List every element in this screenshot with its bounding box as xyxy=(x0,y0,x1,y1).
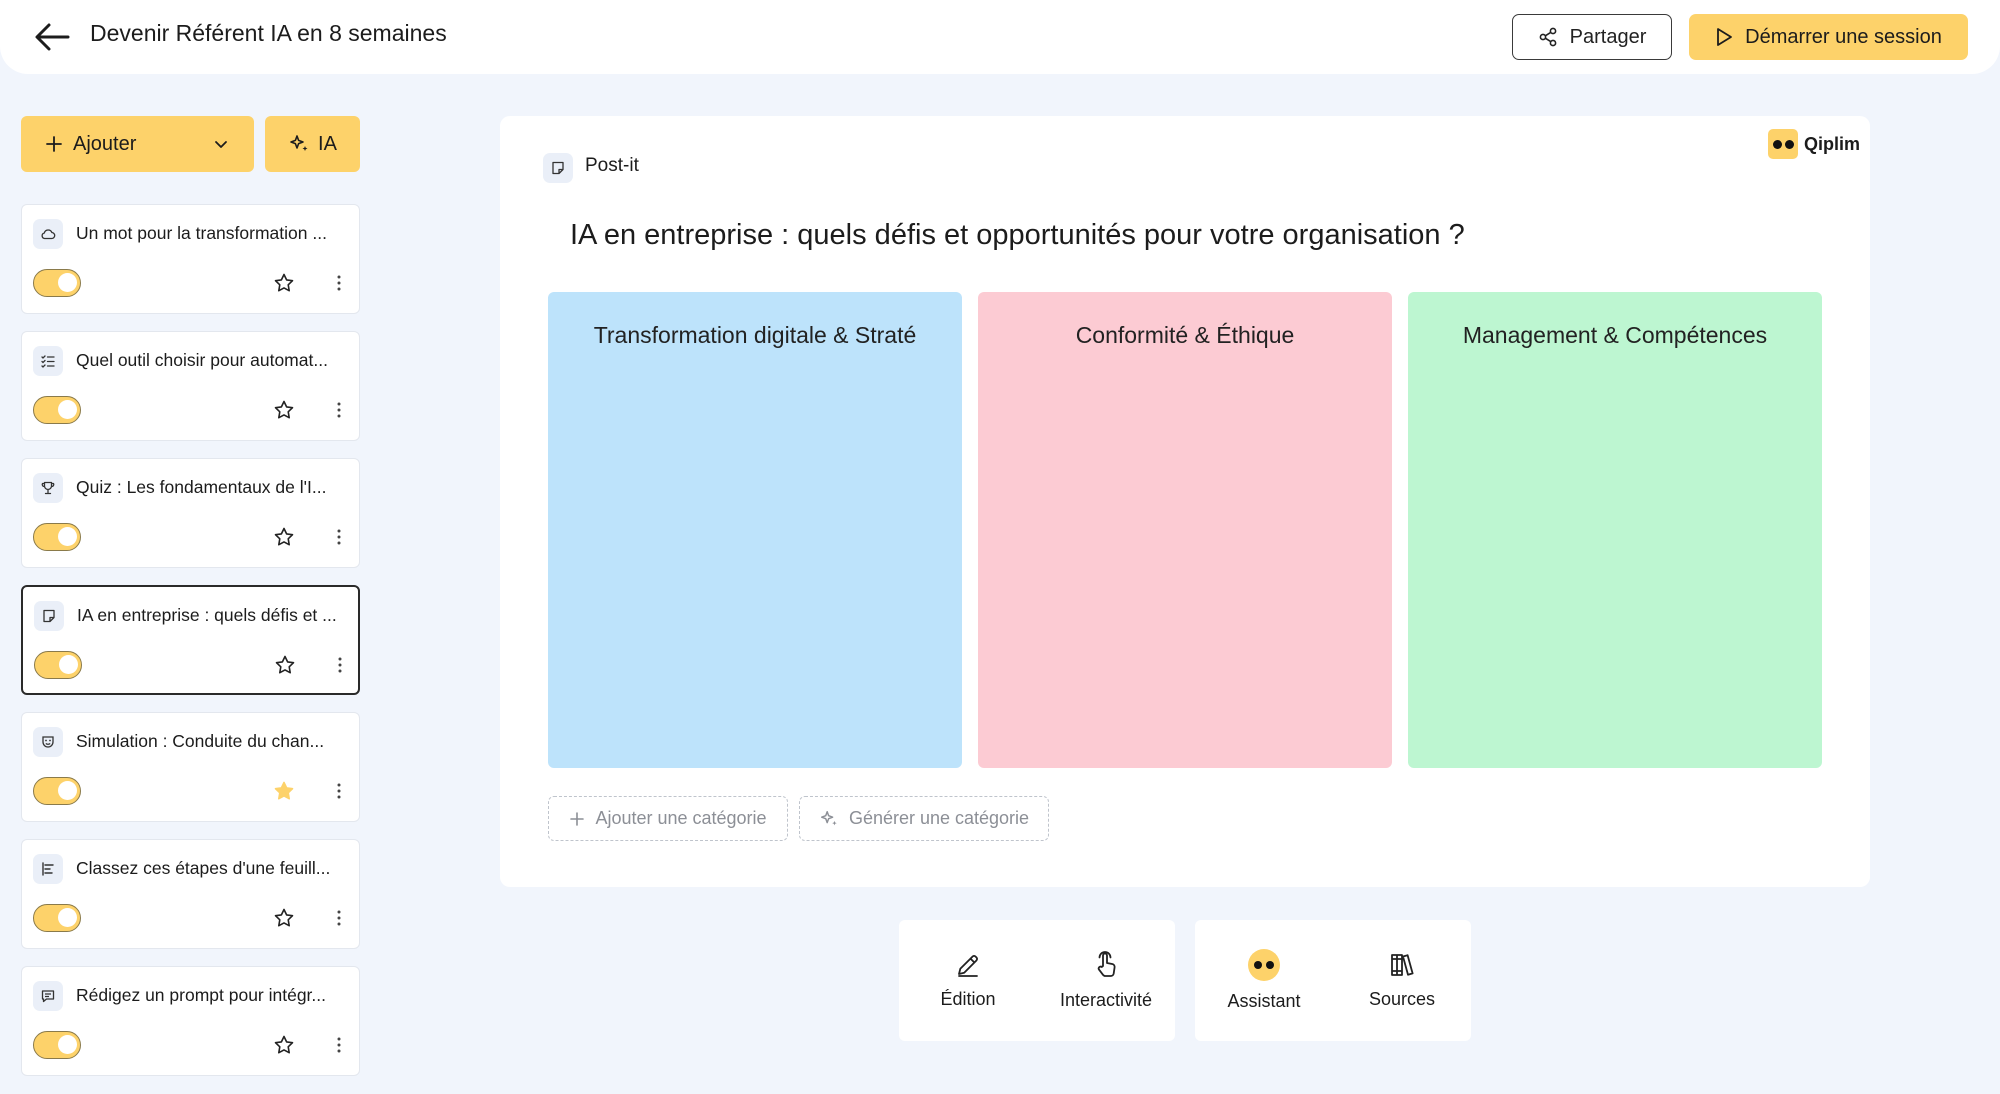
category-column[interactable]: Transformation digitale & Straté xyxy=(548,292,962,768)
chevron-down-icon xyxy=(212,135,230,153)
activity-toggle[interactable] xyxy=(33,523,81,551)
play-icon xyxy=(1715,27,1733,47)
activity-title: Simulation : Conduite du chan... xyxy=(76,731,325,751)
message-icon xyxy=(33,981,63,1011)
page-title: Devenir Référent IA en 8 semaines xyxy=(90,20,447,46)
star-icon[interactable] xyxy=(273,1034,295,1056)
sort-bars-icon xyxy=(33,854,63,884)
brand: Qiplim xyxy=(1768,129,1860,159)
trophy-icon xyxy=(33,473,63,503)
activity-card[interactable]: Classez ces étapes d'une feuill... xyxy=(21,839,360,949)
sparkles-icon xyxy=(819,809,839,829)
generate-category-label: Générer une catégorie xyxy=(848,808,1030,828)
activity-title: Classez ces étapes d'une feuill... xyxy=(76,858,331,878)
activity-toggle[interactable] xyxy=(33,1031,81,1059)
sticky-note-icon xyxy=(543,153,573,183)
interactivity-label: Interactivité xyxy=(1059,990,1153,1010)
activity-card[interactable]: Quel outil choisir pour automat... xyxy=(21,331,360,441)
ia-button[interactable]: IA xyxy=(265,116,360,172)
plus-icon xyxy=(569,811,585,827)
add-category-button[interactable]: Ajouter une catégorie xyxy=(548,796,788,841)
start-session-button[interactable]: Démarrer une session xyxy=(1689,14,1968,60)
pointer-hand-icon xyxy=(1092,950,1120,980)
category-title: Conformité & Éthique xyxy=(1075,322,1295,348)
top-bar: Devenir Référent IA en 8 semaines Partag… xyxy=(0,0,2000,74)
activity-title: Rédigez un prompt pour intégr... xyxy=(76,985,327,1005)
category-title: Management & Compétences xyxy=(1462,322,1768,348)
sparkles-icon xyxy=(288,133,310,155)
assistant-label: Assistant xyxy=(1227,991,1301,1011)
category-column[interactable]: Management & Compétences xyxy=(1408,292,1822,768)
list-check-icon xyxy=(33,346,63,376)
activity-toggle[interactable] xyxy=(33,269,81,297)
more-options-icon[interactable] xyxy=(333,1034,345,1056)
activity-toggle[interactable] xyxy=(33,777,81,805)
add-label: Ajouter xyxy=(73,132,137,155)
activity-type-label: Post-it xyxy=(585,155,639,176)
theater-mask-icon xyxy=(33,727,63,757)
star-icon[interactable] xyxy=(274,654,296,676)
activity-card-selected[interactable]: IA en entreprise : quels défis et ... xyxy=(21,585,360,695)
more-options-icon[interactable] xyxy=(333,907,345,929)
star-filled-icon[interactable] xyxy=(273,780,295,802)
more-options-icon[interactable] xyxy=(333,526,345,548)
sources-label: Sources xyxy=(1368,989,1436,1009)
activity-toggle[interactable] xyxy=(34,651,82,679)
category-title: Transformation digitale & Straté xyxy=(593,322,917,348)
sticky-note-icon xyxy=(34,601,64,631)
sources-tool-button[interactable]: Sources xyxy=(1333,920,1471,1041)
activity-card[interactable]: Un mot pour la transformation ... xyxy=(21,204,360,314)
star-icon[interactable] xyxy=(273,907,295,929)
activity-toggle[interactable] xyxy=(33,396,81,424)
ia-label: IA xyxy=(318,132,337,155)
assistant-tool-button[interactable]: Assistant xyxy=(1195,920,1333,1041)
assistant-face-icon xyxy=(1248,949,1280,981)
interactivity-tool-button[interactable]: Interactivité xyxy=(1037,920,1175,1041)
brand-name: Qiplim xyxy=(1804,133,1861,154)
more-options-icon[interactable] xyxy=(334,654,346,676)
activity-title: Quiz : Les fondamentaux de l'I... xyxy=(76,477,327,497)
edition-label: Édition xyxy=(940,989,996,1009)
share-icon xyxy=(1538,27,1558,47)
activity-card[interactable]: Simulation : Conduite du chan... xyxy=(21,712,360,822)
qiplim-logo-icon xyxy=(1768,129,1798,159)
star-icon[interactable] xyxy=(273,272,295,294)
share-button[interactable]: Partager xyxy=(1512,14,1672,60)
more-options-icon[interactable] xyxy=(333,272,345,294)
plus-icon xyxy=(45,135,63,153)
editor-toolbar-group: Édition Interactivité xyxy=(899,920,1175,1041)
add-category-label: Ajouter une catégorie xyxy=(595,808,767,828)
activity-title: IA en entreprise : quels défis et ... xyxy=(77,605,337,625)
start-session-label: Démarrer une session xyxy=(1745,25,1942,48)
cloud-icon xyxy=(33,219,63,249)
star-icon[interactable] xyxy=(273,399,295,421)
books-icon xyxy=(1388,951,1416,979)
activity-title: Quel outil choisir pour automat... xyxy=(76,350,328,370)
activity-card[interactable]: Quiz : Les fondamentaux de l'I... xyxy=(21,458,360,568)
generate-category-button[interactable]: Générer une catégorie xyxy=(799,796,1049,841)
edition-tool-button[interactable]: Édition xyxy=(899,920,1037,1041)
activity-toggle[interactable] xyxy=(33,904,81,932)
pencil-icon xyxy=(954,951,982,979)
question-title[interactable]: IA en entreprise : quels défis et opport… xyxy=(570,219,1465,252)
assistant-toolbar-group: Assistant Sources xyxy=(1195,920,1471,1041)
more-options-icon[interactable] xyxy=(333,399,345,421)
star-icon[interactable] xyxy=(273,526,295,548)
category-column[interactable]: Conformité & Éthique xyxy=(978,292,1392,768)
activity-title: Un mot pour la transformation ... xyxy=(76,223,327,243)
more-options-icon[interactable] xyxy=(333,780,345,802)
add-dropdown-button[interactable]: Ajouter xyxy=(21,116,254,172)
activity-card[interactable]: Rédigez un prompt pour intégr... xyxy=(21,966,360,1076)
share-label: Partager xyxy=(1569,25,1647,48)
back-arrow-icon[interactable] xyxy=(32,19,72,55)
